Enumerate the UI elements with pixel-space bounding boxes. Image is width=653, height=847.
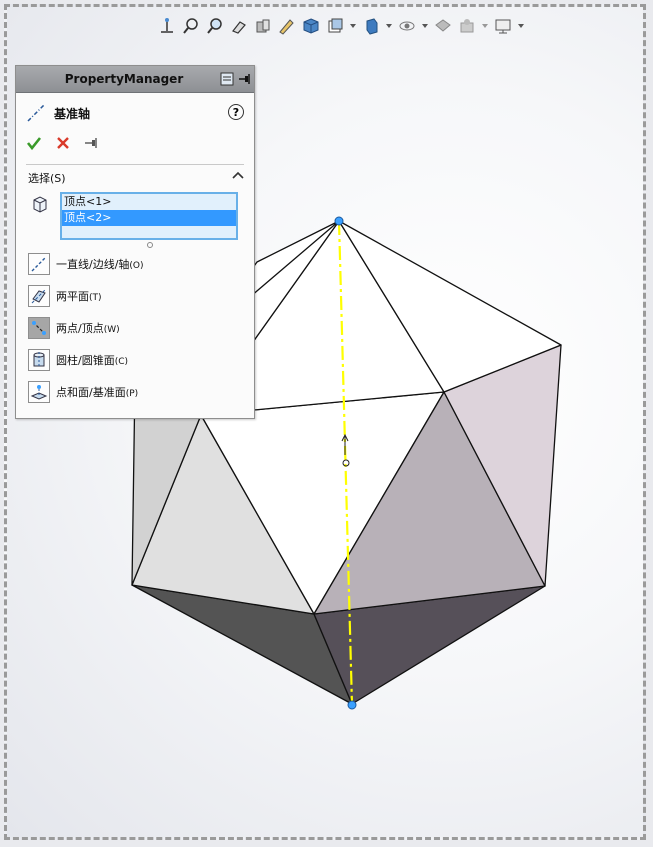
vertex-top[interactable]: [334, 216, 344, 226]
chevron-up-icon[interactable]: [232, 170, 244, 180]
heads-up-view-toolbar: [157, 13, 525, 39]
ok-cancel-row: [26, 132, 100, 154]
chevron-down-icon[interactable]: [385, 16, 393, 36]
option-label: 点和面/基准面(P): [56, 386, 139, 399]
pushpin-icon[interactable]: [84, 135, 100, 151]
chevron-down-icon[interactable]: [349, 16, 357, 36]
property-manager-panel: PropertyManager 基准轴 ? 选择(S) 顶点<1> 顶点<2> …: [15, 65, 255, 419]
zoom-to-area-icon[interactable]: [205, 16, 225, 36]
zoom-to-fit-icon[interactable]: [181, 16, 201, 36]
option-label: 圆柱/圆锥面(C): [56, 354, 129, 367]
view-settings-icon[interactable]: [457, 16, 477, 36]
option-label: 一直线/边线/轴(O): [56, 258, 144, 271]
help-button[interactable]: ?: [228, 104, 244, 120]
dynamic-annotation-icon[interactable]: [277, 16, 297, 36]
view-orientation-icon[interactable]: [157, 16, 177, 36]
option-two-planes[interactable]: 两平面(T): [28, 284, 102, 308]
property-manager-title: PropertyManager: [64, 72, 184, 86]
pin-icon[interactable]: [238, 72, 252, 86]
datum-axis-icon: [27, 104, 45, 122]
edit-appearance-icon[interactable]: [397, 16, 417, 36]
apply-scene-icon[interactable]: [433, 16, 453, 36]
section-view-icon[interactable]: [253, 16, 273, 36]
display-style-icon[interactable]: [325, 16, 345, 36]
feature-name: 基准轴: [54, 106, 91, 121]
cylinder-cone-icon[interactable]: [28, 349, 50, 371]
chevron-down-icon[interactable]: [421, 16, 429, 36]
option-label: 两点/顶点(W): [56, 322, 120, 335]
line-edge-axis-icon[interactable]: [28, 253, 50, 275]
property-manager-titlebar: PropertyManager: [16, 66, 254, 93]
monitor-icon[interactable]: [493, 16, 513, 36]
option-label: 两平面(T): [56, 290, 102, 303]
panel-options-icon[interactable]: [220, 72, 234, 86]
divider: [26, 164, 244, 165]
cancel-x-icon[interactable]: [56, 136, 70, 150]
two-planes-icon[interactable]: [28, 285, 50, 307]
chevron-down-icon[interactable]: [481, 16, 489, 36]
option-line-edge-axis[interactable]: 一直线/边线/轴(O): [28, 252, 144, 276]
selection-item[interactable]: 顶点<1>: [62, 194, 236, 210]
view-cube-icon[interactable]: [301, 16, 321, 36]
ok-check-icon[interactable]: [26, 135, 42, 151]
option-two-points[interactable]: 两点/顶点(W): [28, 316, 120, 340]
chevron-down-icon[interactable]: [517, 16, 525, 36]
list-resize-handle[interactable]: [147, 242, 153, 248]
selection-section-header[interactable]: 选择(S): [28, 170, 66, 186]
hide-show-icon[interactable]: [361, 16, 381, 36]
selection-box-icon: [33, 196, 47, 213]
option-point-plane[interactable]: 点和面/基准面(P): [28, 380, 138, 404]
feature-header: 基准轴 ?: [26, 102, 246, 124]
two-points-icon[interactable]: [28, 317, 50, 339]
option-cylinder-cone[interactable]: 圆柱/圆锥面(C): [28, 348, 128, 372]
previous-view-icon[interactable]: [229, 16, 249, 36]
vertex-bottom[interactable]: [347, 700, 357, 710]
graphics-area-frame: PropertyManager 基准轴 ? 选择(S) 顶点<1> 顶点<2> …: [4, 4, 646, 840]
selection-list[interactable]: 顶点<1> 顶点<2>: [60, 192, 238, 240]
selection-item-selected[interactable]: 顶点<2>: [62, 210, 236, 226]
point-plane-icon[interactable]: [28, 381, 50, 403]
